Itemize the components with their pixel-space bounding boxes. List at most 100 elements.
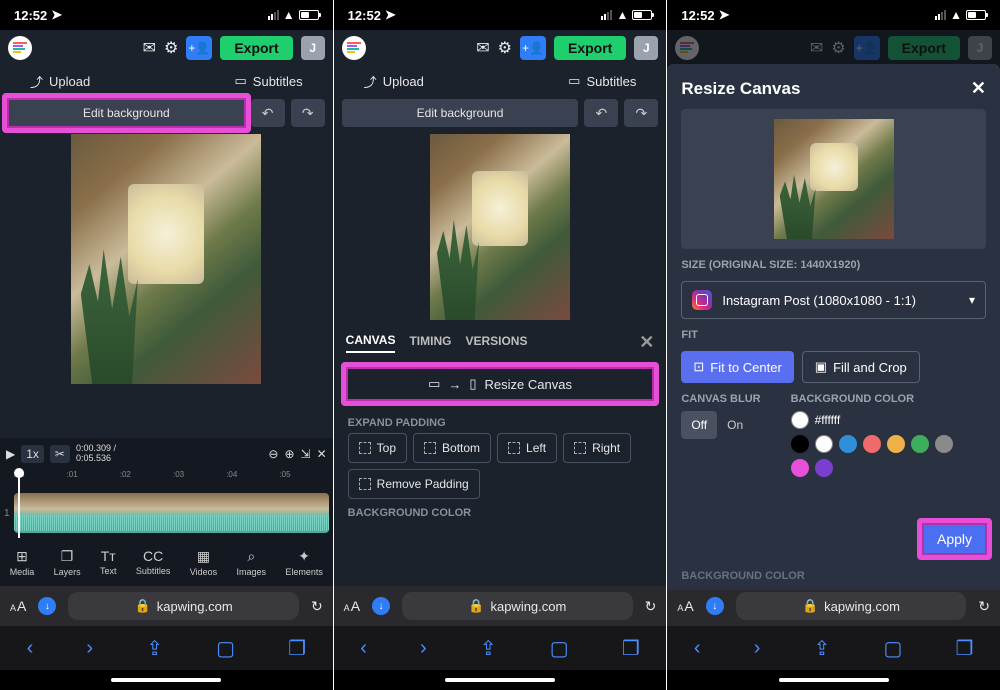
share-icon[interactable]: ⇪: [480, 636, 497, 661]
color-swatch[interactable]: [839, 435, 857, 453]
text-size-button[interactable]: AA: [344, 598, 360, 614]
timeline-track[interactable]: 1: [0, 488, 333, 538]
text-size-button[interactable]: AA: [677, 598, 693, 614]
fill-and-crop-button[interactable]: ▣Fill and Crop: [802, 351, 920, 383]
nav-videos[interactable]: ▦Videos: [190, 548, 217, 577]
chat-icon[interactable]: ✉: [476, 38, 489, 58]
url-field[interactable]: 🔒kapwing.com: [68, 592, 299, 620]
nav-images[interactable]: ⌕Images: [237, 548, 267, 577]
pad-remove[interactable]: Remove Padding: [348, 469, 480, 499]
color-swatch[interactable]: [911, 435, 929, 453]
upload-button[interactable]: ⤴Upload: [364, 72, 424, 91]
reload-icon[interactable]: ↻: [645, 598, 657, 615]
bookmarks-icon[interactable]: ▢: [216, 636, 235, 661]
kapwing-logo[interactable]: [342, 36, 366, 60]
tabs-icon[interactable]: ❐: [622, 636, 640, 661]
forward-icon[interactable]: ›: [754, 637, 761, 660]
download-icon[interactable]: ↓: [372, 597, 390, 615]
share-icon[interactable]: ⇪: [146, 636, 163, 661]
redo-button[interactable]: ↷: [624, 99, 658, 127]
zoom-in-icon[interactable]: ⊕: [284, 447, 294, 461]
url-field[interactable]: 🔒kapwing.com: [402, 592, 633, 620]
forward-icon[interactable]: ›: [86, 637, 93, 660]
color-swatch[interactable]: [887, 435, 905, 453]
apply-button[interactable]: Apply: [923, 524, 986, 554]
pad-bottom[interactable]: Bottom: [413, 433, 491, 463]
pad-right[interactable]: Right: [563, 433, 631, 463]
action-row: Edit background ↶ ↷: [334, 96, 667, 130]
upload-button[interactable]: ⤴Upload: [30, 72, 90, 91]
gear-icon[interactable]: ⚙: [164, 38, 178, 58]
subtitles-button[interactable]: ▭Subtitles: [235, 73, 303, 89]
fit-icon[interactable]: ⇲: [301, 447, 311, 461]
url-field[interactable]: 🔒kapwing.com: [736, 592, 967, 620]
app-top-bar: ✉ ⚙ +👤 Export J: [334, 30, 667, 66]
invite-button[interactable]: +👤: [186, 36, 212, 60]
redo-button[interactable]: ↷: [291, 99, 325, 127]
split-button[interactable]: ✂: [50, 445, 70, 463]
export-button[interactable]: Export: [220, 36, 292, 60]
bookmarks-icon[interactable]: ▢: [550, 636, 569, 661]
current-color[interactable]: #ffffff: [791, 411, 971, 429]
user-avatar[interactable]: J: [634, 36, 658, 60]
export-button[interactable]: Export: [554, 36, 626, 60]
resize-canvas-button[interactable]: ▭→▯ Resize Canvas: [346, 367, 655, 401]
tabs-icon[interactable]: ❐: [955, 636, 973, 661]
sub-toolbar: ⤴Upload ▭Subtitles: [0, 66, 333, 96]
zoom-out-icon[interactable]: ⊖: [268, 447, 278, 461]
subtitles-button[interactable]: ▭Subtitles: [568, 73, 636, 89]
text-size-button[interactable]: AA: [10, 598, 26, 614]
close-timeline-icon[interactable]: ✕: [317, 447, 327, 461]
color-swatch[interactable]: [935, 435, 953, 453]
invite-button[interactable]: +👤: [520, 36, 546, 60]
undo-button[interactable]: ↶: [251, 99, 285, 127]
nav-media[interactable]: ⊞Media: [10, 548, 35, 577]
color-swatch[interactable]: [791, 459, 809, 477]
edit-background-button[interactable]: Edit background: [342, 99, 579, 127]
blur-on[interactable]: On: [717, 411, 753, 439]
close-panel-icon[interactable]: ✕: [639, 332, 654, 353]
home-indicator: [667, 670, 1000, 690]
pad-top[interactable]: Top: [348, 433, 407, 463]
reload-icon[interactable]: ↻: [311, 598, 323, 615]
nav-layers[interactable]: ❐Layers: [54, 548, 81, 577]
tabs-icon[interactable]: ❐: [288, 636, 306, 661]
pad-left[interactable]: Left: [497, 433, 557, 463]
edit-background-button[interactable]: Edit background: [8, 99, 245, 127]
share-icon[interactable]: ⇪: [814, 636, 831, 661]
speed-toggle[interactable]: 1x: [21, 445, 44, 463]
play-button[interactable]: ▶: [6, 447, 15, 461]
download-icon[interactable]: ↓: [706, 597, 724, 615]
chat-icon[interactable]: ✉: [143, 38, 156, 58]
timeline-clip[interactable]: [14, 493, 329, 533]
size-select[interactable]: Instagram Post (1080x1080 - 1:1) ▾: [681, 281, 986, 319]
nav-elements[interactable]: ✦Elements: [285, 548, 323, 577]
padding-controls: Top Bottom Left Right Remove Padding: [334, 433, 667, 499]
forward-icon[interactable]: ›: [420, 637, 427, 660]
blur-off[interactable]: Off: [681, 411, 717, 439]
nav-text[interactable]: TᴛText: [100, 548, 117, 576]
color-swatch[interactable]: [815, 459, 833, 477]
back-icon[interactable]: ‹: [360, 637, 367, 660]
canvas-preview[interactable]: [334, 130, 667, 326]
close-modal-icon[interactable]: ✕: [971, 78, 986, 99]
gear-icon[interactable]: ⚙: [498, 38, 512, 58]
playhead[interactable]: [18, 470, 20, 538]
nav-subtitles[interactable]: CCSubtitles: [136, 548, 171, 576]
bookmarks-icon[interactable]: ▢: [883, 636, 902, 661]
back-icon[interactable]: ‹: [694, 637, 701, 660]
color-swatch[interactable]: [791, 435, 809, 453]
undo-button[interactable]: ↶: [584, 99, 618, 127]
fit-to-center-button[interactable]: ⊡Fit to Center: [681, 351, 793, 383]
tab-timing[interactable]: TIMING: [409, 334, 451, 352]
tab-canvas[interactable]: CANVAS: [346, 333, 396, 353]
back-icon[interactable]: ‹: [27, 637, 34, 660]
color-swatch[interactable]: [863, 435, 881, 453]
user-avatar[interactable]: J: [301, 36, 325, 60]
download-icon[interactable]: ↓: [38, 597, 56, 615]
reload-icon[interactable]: ↻: [978, 598, 990, 615]
kapwing-logo[interactable]: [8, 36, 32, 60]
canvas-preview[interactable]: [0, 130, 333, 438]
color-swatch[interactable]: [815, 435, 833, 453]
tab-versions[interactable]: VERSIONS: [465, 334, 527, 352]
